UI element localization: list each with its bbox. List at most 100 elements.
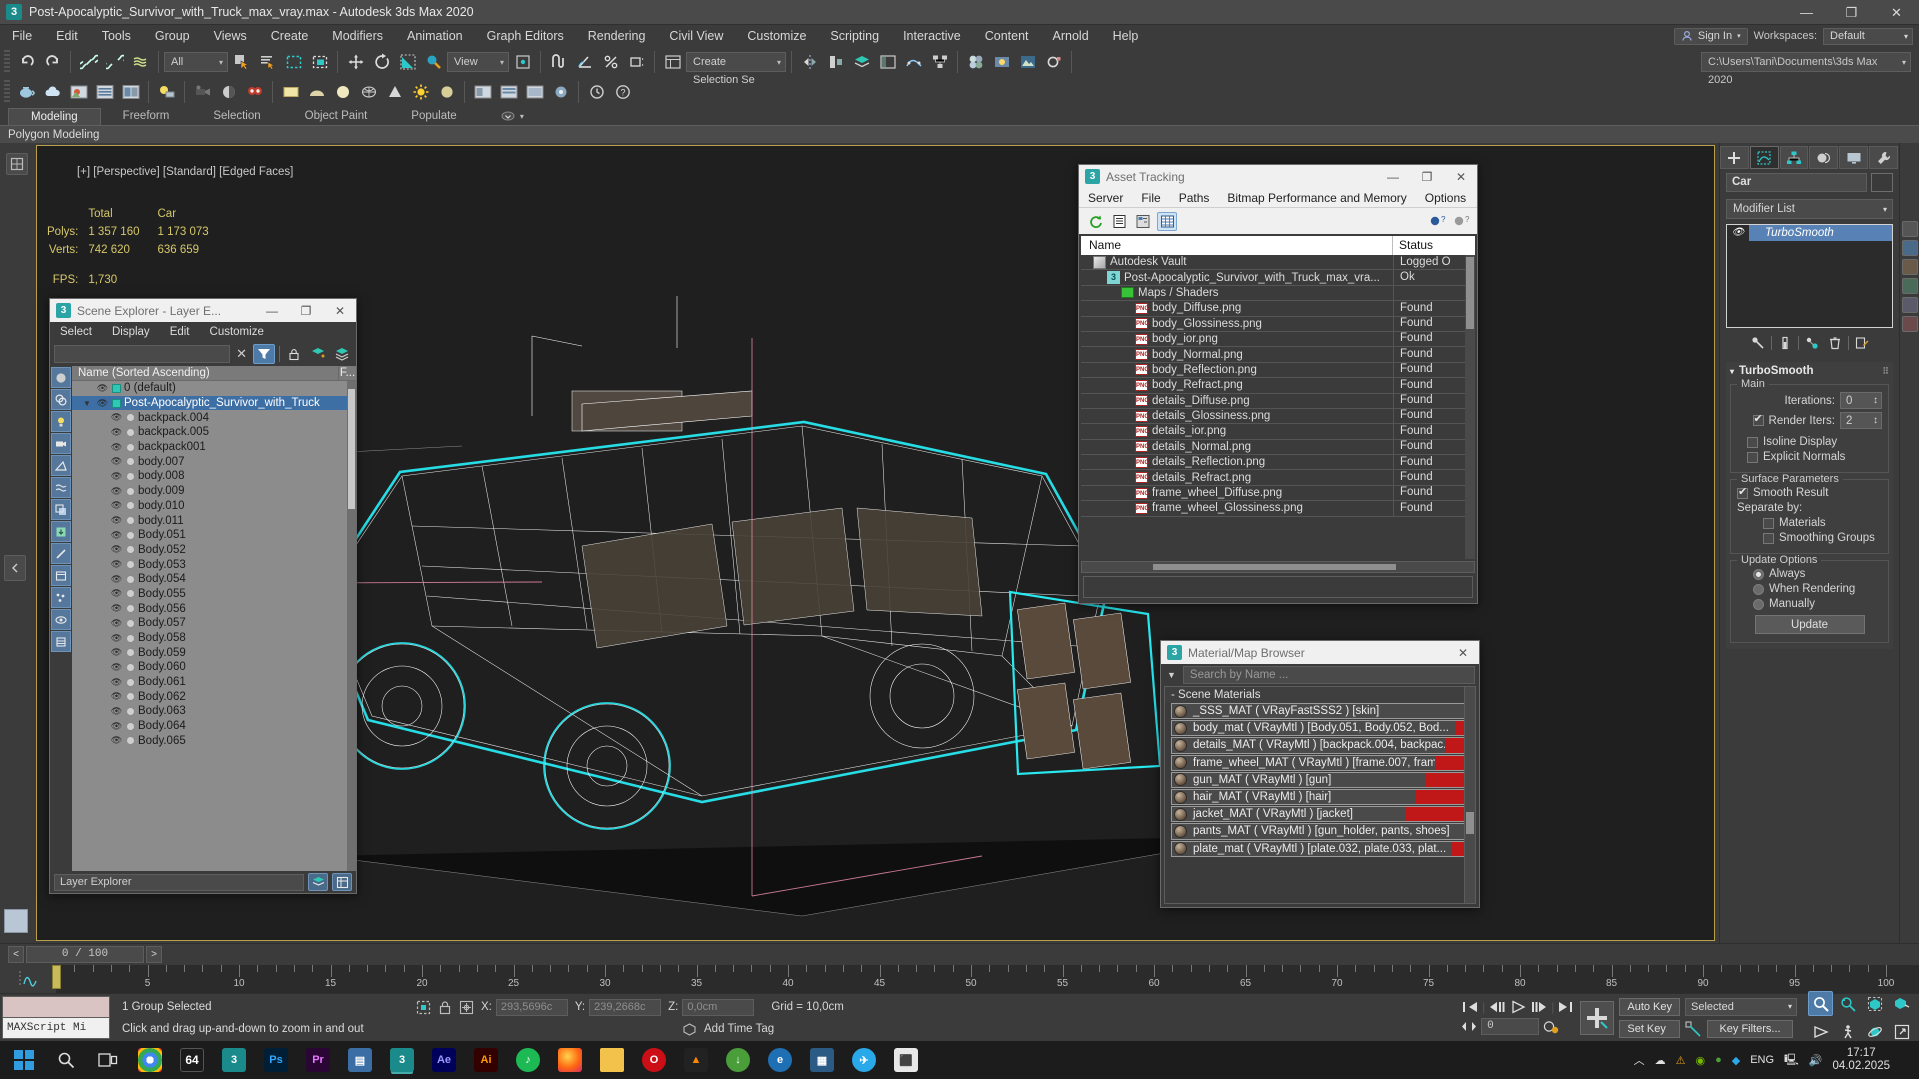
visibility-eye-icon[interactable]: 👁	[110, 662, 123, 673]
scene-materials-group-header[interactable]: - Scene Materials	[1165, 687, 1475, 703]
asset-tracking-scrollbar[interactable]	[1465, 255, 1475, 559]
visibility-eye-icon[interactable]: 👁	[110, 486, 123, 497]
footer-layers-icon[interactable]	[308, 873, 328, 891]
update-button[interactable]: Update	[1754, 615, 1865, 634]
angle-snap-toggle-icon[interactable]	[572, 50, 597, 75]
edit-named-selection-sets-icon[interactable]	[660, 50, 685, 75]
close-button[interactable]: ✕	[1874, 0, 1919, 25]
visibility-eye-icon[interactable]: 👁	[110, 721, 123, 732]
asset-column-status[interactable]: Status	[1393, 236, 1475, 255]
layer-manager-icon[interactable]	[470, 80, 495, 105]
visibility-eye-icon[interactable]: 👁	[110, 618, 123, 629]
opera-icon[interactable]: O	[634, 1043, 674, 1077]
key-filters-button[interactable]: Key Filters...	[1707, 1019, 1793, 1038]
table-view-icon[interactable]	[1157, 211, 1177, 231]
material-editor-strip-icon[interactable]	[1901, 259, 1918, 275]
visibility-eye-icon[interactable]: 👁	[110, 471, 123, 482]
smooth-result-checkbox[interactable]	[1737, 485, 1748, 499]
visibility-eye-icon[interactable]: 👁	[96, 383, 109, 394]
scene-explorer-menu-select[interactable]: Select	[50, 322, 102, 342]
filter-geometry-icon[interactable]	[51, 367, 71, 388]
set-key-button[interactable]	[1580, 1000, 1615, 1035]
asset-tracking-row[interactable]: PNG details_Glossiness.png Found	[1081, 408, 1475, 425]
sphere-light-icon[interactable]	[434, 80, 459, 105]
ribbon-tab-object-paint[interactable]: Object Paint	[283, 108, 390, 125]
manage-links-icon[interactable]	[496, 80, 521, 105]
asset-tracking-menu-server[interactable]: Server	[1079, 188, 1132, 208]
maximize-viewport-toggle-icon[interactable]	[1889, 1019, 1914, 1044]
maxscript-input-label[interactable]: MAXScript Mi	[3, 1018, 109, 1038]
scene-explorer-row[interactable]: 👁 Body.064	[72, 719, 356, 734]
tray-volume-icon[interactable]: 🔊	[1809, 1054, 1823, 1067]
render-frame-panel-icon[interactable]	[118, 80, 143, 105]
menu-tools[interactable]: Tools	[90, 25, 143, 47]
asset-column-name[interactable]: Name	[1081, 236, 1393, 255]
list-view-icon[interactable]	[1109, 212, 1129, 231]
filter-spacewarps-icon[interactable]	[51, 477, 71, 498]
modifier-visibility-eye-icon[interactable]: 👁	[1727, 225, 1749, 241]
frame-next-button[interactable]: >	[146, 946, 162, 963]
maximize-button[interactable]: ❐	[1829, 0, 1874, 25]
utilities-tab[interactable]	[1869, 146, 1898, 169]
material-list-item[interactable]: body_mat ( VRayMtl ) [Body.051, Body.052…	[1171, 720, 1472, 737]
visibility-eye-icon[interactable]: 👁	[110, 456, 123, 467]
ribbon-tab-modeling[interactable]: Modeling	[8, 108, 101, 125]
menu-views[interactable]: Views	[202, 25, 259, 47]
light-icon[interactable]	[154, 80, 179, 105]
polygon-modeling-panel-icon[interactable]	[6, 153, 28, 175]
motion-tab[interactable]	[1809, 146, 1839, 169]
physical-camera-icon[interactable]	[216, 80, 241, 105]
render-production-icon[interactable]	[1041, 50, 1066, 75]
visibility-eye-icon[interactable]: 👁	[110, 500, 123, 511]
previous-frame-icon[interactable]	[1488, 1000, 1506, 1014]
absolute-relative-transform-icon[interactable]	[459, 1000, 474, 1015]
torrent-icon[interactable]: ↓	[718, 1043, 758, 1077]
scene-explorer-row[interactable]: 👁 backpack.004	[72, 410, 356, 425]
menu-create[interactable]: Create	[259, 25, 321, 47]
maxscript-mini-listener[interactable]: MAXScript Mi	[2, 996, 110, 1039]
asset-tracking-menu-options[interactable]: Options	[1416, 188, 1475, 208]
workspace-select[interactable]: Default	[1823, 27, 1913, 45]
toggle-autobackup-icon[interactable]	[584, 80, 609, 105]
toggle-scene-explorer-icon[interactable]	[875, 50, 900, 75]
scene-explorer-row[interactable]: 👁 Body.052	[72, 543, 356, 558]
store-icon[interactable]: ▦	[802, 1043, 842, 1077]
material-list-item[interactable]: hair_MAT ( VRayMtl ) [hair]	[1171, 788, 1472, 806]
vlc-icon[interactable]: ▲	[676, 1043, 716, 1077]
y-coordinate-field[interactable]: Y: 239,2668c	[575, 998, 662, 1016]
footer-settings-icon[interactable]	[332, 873, 352, 891]
mirror-icon[interactable]	[797, 50, 822, 75]
scene-explorer-search-input[interactable]	[54, 345, 231, 363]
update-manually-radio[interactable]	[1753, 598, 1764, 610]
visibility-eye-icon[interactable]: 👁	[110, 515, 123, 526]
configure-modifier-sets-icon[interactable]	[1852, 334, 1872, 352]
scene-explorer-strip-icon[interactable]	[1901, 221, 1918, 237]
frame-prev-button[interactable]: <	[8, 946, 24, 963]
aftereffects-icon[interactable]: Ae	[424, 1043, 464, 1077]
asset-tracking-row[interactable]: Maps / Shaders	[1081, 285, 1475, 302]
create-tab[interactable]	[1720, 146, 1749, 169]
zoom-extents-all-icon[interactable]	[1889, 991, 1914, 1016]
filter-helpers-icon[interactable]	[51, 455, 71, 476]
spotify-icon[interactable]: ♪	[508, 1043, 548, 1077]
menu-rendering[interactable]: Rendering	[576, 25, 658, 47]
visibility-eye-icon[interactable]: 👁	[110, 574, 123, 585]
asset-tracking-minimize[interactable]: —	[1379, 166, 1407, 188]
photoshop-icon[interactable]: Ps	[256, 1043, 296, 1077]
update-when-rendering-radio[interactable]	[1753, 583, 1764, 595]
scene-explorer-row[interactable]: 👁 body.011	[72, 513, 356, 528]
spinner-snap-toggle-icon[interactable]	[624, 50, 649, 75]
filter-toggle-icon[interactable]	[253, 344, 275, 364]
explicit-normals-checkbox[interactable]	[1747, 451, 1758, 463]
key-mode-toggle-icon[interactable]	[1461, 1020, 1477, 1033]
select-and-move-icon[interactable]	[343, 50, 368, 75]
visibility-eye-icon[interactable]: 👁	[110, 603, 123, 614]
material-browser-titlebar[interactable]: 3 Material/Map Browser ✕	[1161, 641, 1479, 664]
isoline-display-checkbox[interactable]	[1747, 436, 1758, 448]
scene-explorer-scrollbar[interactable]	[347, 381, 356, 871]
percent-snap-toggle-icon[interactable]	[598, 50, 623, 75]
scene-explorer-maximize[interactable]: ❐	[292, 300, 320, 322]
time-tag-icon[interactable]	[682, 1022, 697, 1037]
scene-explorer-row[interactable]: 👁 Body.054	[72, 572, 356, 587]
track-bar[interactable]: 0510152025303540455055606570758085909510…	[0, 965, 1919, 993]
